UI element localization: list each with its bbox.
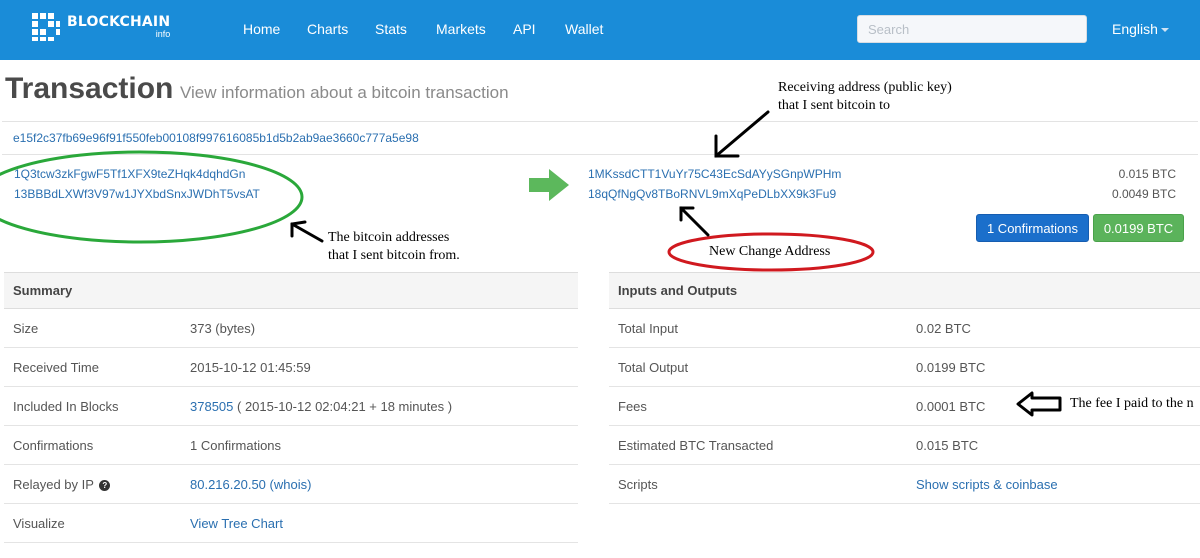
arrow-right-icon: [529, 169, 569, 201]
block-time: ( 2015-10-12 02:04:21 + 18 minutes ): [237, 398, 453, 414]
annotation-receiving-line1: Receiving address (public key): [778, 80, 952, 95]
table-row: Scripts Show scripts & coinbase: [609, 464, 1200, 504]
inputs-outputs-table: Inputs and Outputs Total Input 0.02 BTC …: [609, 272, 1200, 504]
show-scripts-link[interactable]: Show scripts & coinbase: [916, 477, 1058, 492]
annotation-from-line1: The bitcoin addresses: [328, 230, 450, 245]
output-address[interactable]: 18qQfNgQv8TBoRNVL9mXqPeDLbXX9k3Fu9: [588, 187, 836, 201]
table-row: Estimated BTC Transacted 0.015 BTC: [609, 425, 1200, 465]
nav-stats[interactable]: Stats: [375, 21, 407, 37]
nav-home[interactable]: Home: [243, 21, 280, 37]
table-row: Total Input 0.02 BTC: [609, 308, 1200, 348]
input-address[interactable]: 1Q3tcw3zkFgwF5Tf1XFX9teZHqk4dqhdGn: [14, 167, 245, 181]
estimated-btc-value: 0.015 BTC: [907, 425, 1200, 465]
visualize-label: Visualize: [4, 503, 181, 543]
output-amount: 0.015 BTC: [1118, 167, 1176, 181]
received-time-value: 2015-10-12 01:45:59: [181, 347, 578, 387]
annotation-receiving-line2: that I sent bitcoin to: [778, 98, 890, 113]
output-amount: 0.0049 BTC: [1111, 187, 1176, 201]
tx-hash-row: e15f2c37fb69e96f91f550feb00108f997616085…: [2, 121, 1198, 155]
size-value: 373 (bytes): [181, 308, 578, 348]
table-row: Relayed by IP ? 80.216.20.50 (whois): [4, 464, 578, 504]
confirmations-label: Confirmations: [4, 425, 181, 465]
brand-sub: info: [155, 29, 171, 39]
annotation-change: New Change Address: [709, 244, 831, 259]
fees-label: Fees: [609, 386, 907, 426]
language-selector[interactable]: English: [1112, 21, 1158, 37]
total-input-value: 0.02 BTC: [907, 308, 1200, 348]
table-row: Visualize View Tree Chart: [4, 503, 578, 543]
total-output-value: 0.0199 BTC: [907, 347, 1200, 387]
annotation-fee: The fee I paid to the n: [1070, 396, 1194, 411]
page-subtitle: View information about a bitcoin transac…: [180, 83, 509, 102]
search-input[interactable]: [857, 15, 1087, 43]
tx-hash-link[interactable]: e15f2c37fb69e96f91f550feb00108f997616085…: [13, 131, 419, 145]
scripts-label: Scripts: [609, 464, 907, 504]
blockchain-logo-icon: [32, 13, 60, 41]
nav-api[interactable]: API: [513, 21, 536, 37]
page-title: Transaction: [5, 72, 174, 105]
output-address[interactable]: 1MKssdCTT1VuYr75C43EcSdAYySGnpWPHm: [588, 167, 841, 181]
block-link[interactable]: 378505: [190, 399, 233, 414]
whois-link[interactable]: (whois): [270, 477, 312, 492]
total-input-label: Total Input: [609, 308, 907, 348]
brand-name: BLOCKCHAIN: [67, 14, 171, 30]
included-in-blocks-label: Included In Blocks: [4, 386, 181, 426]
chevron-down-icon[interactable]: [1161, 28, 1169, 32]
relay-ip-link[interactable]: 80.216.20.50: [190, 477, 266, 492]
input-address[interactable]: 13BBBdLXWf3V97w1JYXbdSnxJWDhT5vsAT: [14, 187, 260, 201]
nav-charts[interactable]: Charts: [307, 21, 348, 37]
total-output-label: Total Output: [609, 347, 907, 387]
nav-markets[interactable]: Markets: [436, 21, 486, 37]
table-row: Size 373 (bytes): [4, 308, 578, 348]
table-row: Confirmations 1 Confirmations: [4, 425, 578, 465]
size-label: Size: [4, 308, 181, 348]
help-icon[interactable]: ?: [99, 479, 111, 491]
annotation-from-line2: that I sent bitcoin from.: [328, 248, 460, 263]
nav-wallet[interactable]: Wallet: [565, 21, 603, 37]
inputs-outputs-header: Inputs and Outputs: [609, 272, 1200, 309]
table-row: Received Time 2015-10-12 01:45:59: [4, 347, 578, 387]
navbar: BLOCKCHAIN info Home Charts Stats Market…: [0, 0, 1200, 60]
summary-table: Summary Size 373 (bytes) Received Time 2…: [4, 272, 578, 543]
relayed-by-ip-label: Relayed by IP: [13, 476, 94, 492]
table-row: Total Output 0.0199 BTC: [609, 347, 1200, 387]
confirmations-button[interactable]: 1 Confirmations: [976, 214, 1089, 242]
table-row: Included In Blocks 378505 ( 2015-10-12 0…: [4, 386, 578, 426]
estimated-btc-label: Estimated BTC Transacted: [609, 425, 907, 465]
view-tree-chart-link[interactable]: View Tree Chart: [190, 516, 283, 531]
blockchain-logo[interactable]: BLOCKCHAIN info: [30, 11, 170, 43]
total-amount-button[interactable]: 0.0199 BTC: [1093, 214, 1184, 242]
received-time-label: Received Time: [4, 347, 181, 387]
summary-header: Summary: [4, 272, 578, 309]
confirmations-value: 1 Confirmations: [181, 425, 578, 465]
